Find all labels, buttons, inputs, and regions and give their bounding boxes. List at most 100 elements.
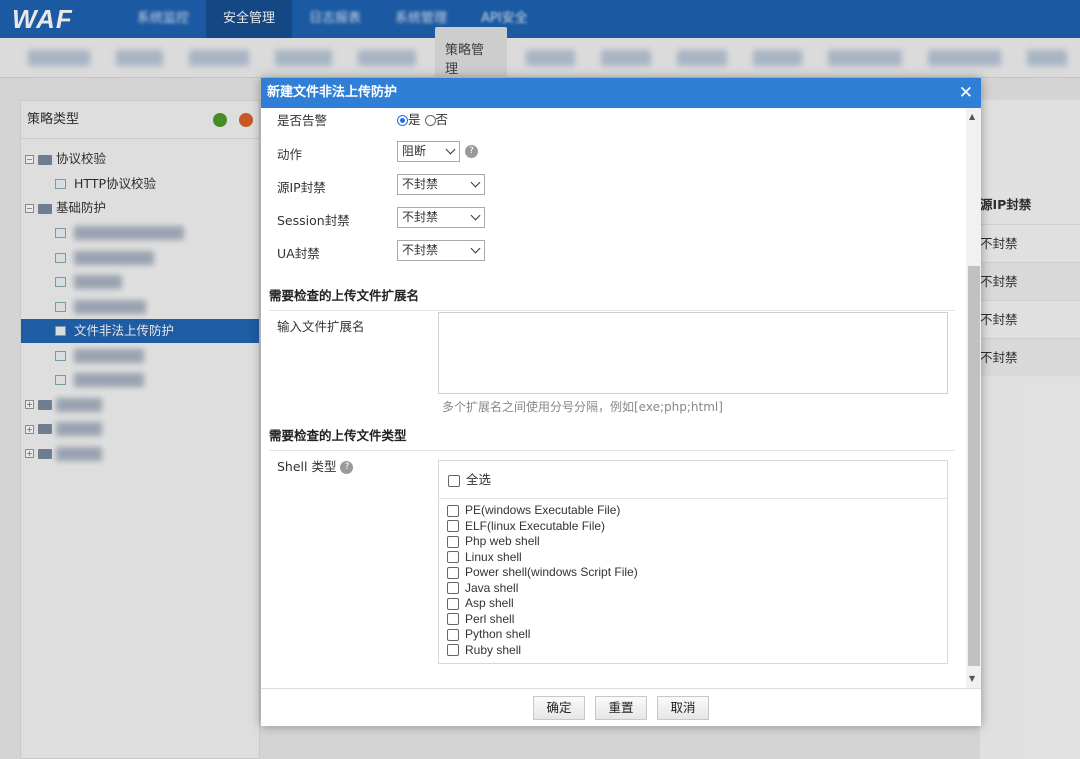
tree-node-collapsed[interactable]: + (21, 417, 259, 442)
new-file-upload-protection-dialog: 新建文件非法上传防护 ✕ 是否告警 是 否 动作 阻断 ? 源IP封禁 不封禁 … (261, 78, 981, 726)
subnav-item[interactable] (274, 49, 333, 66)
alarm-no-radio[interactable] (424, 115, 436, 126)
dialog-title: 新建文件非法上传防护 (267, 85, 398, 100)
expand-icon[interactable]: + (25, 424, 34, 434)
shell-type-checkbox[interactable] (447, 628, 459, 641)
ua-ban-select[interactable]: 不封禁 (397, 240, 485, 261)
subnav-item[interactable] (189, 49, 249, 66)
column-header-src-ip-ban: 源IP封禁 (980, 197, 1032, 212)
tree-node-http-protocol-check[interactable]: HTTP协议校验 (21, 172, 259, 197)
shell-type-checkbox[interactable] (447, 535, 459, 548)
add-icon[interactable] (213, 113, 227, 127)
folder-icon (38, 203, 52, 214)
dialog-body: 是否告警 是 否 动作 阻断 ? 源IP封禁 不封禁 Session封禁 不封禁… (261, 108, 966, 688)
shell-type-checkbox[interactable] (447, 597, 459, 610)
tree-node-blurred[interactable] (21, 270, 259, 295)
delete-icon[interactable] (239, 113, 253, 127)
help-icon[interactable]: ? (340, 461, 354, 474)
subnav-item[interactable] (1027, 49, 1067, 66)
shell-type-checkbox[interactable] (447, 613, 459, 626)
scrollbar-thumb[interactable] (968, 266, 980, 666)
select-all-checkbox[interactable] (448, 474, 460, 487)
shell-type-label: Shell 类型 ? (277, 456, 354, 475)
redacted-label (74, 299, 146, 314)
chevron-down-icon (445, 144, 456, 155)
subnav-item[interactable] (752, 49, 803, 66)
shell-type-item: Power shell(windows Script File) (439, 565, 947, 581)
policy-type-panel: 策略类型 − 协议校验 HTTP协议校验 − 基础防护 文件非法上传防护 + +… (20, 100, 260, 759)
src-ip-ban-label: 源IP封禁 (277, 180, 326, 195)
redacted-label (56, 446, 102, 461)
alarm-yes-radio[interactable] (397, 115, 408, 126)
shell-type-checkbox[interactable] (447, 520, 459, 533)
session-ban-select[interactable]: 不封禁 (397, 207, 485, 228)
shell-type-checkbox[interactable] (447, 582, 459, 595)
shell-type-checkbox[interactable] (447, 551, 459, 564)
alarm-label: 是否告警 (277, 113, 328, 128)
collapse-icon[interactable]: − (25, 155, 34, 164)
redacted-label (74, 373, 144, 387)
subnav-item[interactable] (927, 49, 1002, 66)
reset-button[interactable]: 重置 (595, 696, 647, 720)
shell-type-checkbox[interactable] (447, 644, 459, 657)
cancel-button[interactable]: 取消 (657, 696, 709, 720)
shell-type-item: Perl shell (439, 612, 947, 628)
dialog-scrollbar[interactable]: ▲ ▼ (966, 108, 981, 688)
shell-type-list: PE(windows Executable File) ELF(linux Ex… (439, 499, 947, 658)
subnav-item[interactable] (676, 49, 727, 66)
ok-button[interactable]: 确定 (533, 696, 585, 720)
redacted-label (56, 422, 102, 436)
panel-title: 策略类型 (27, 112, 80, 127)
src-ip-ban-select[interactable]: 不封禁 (397, 174, 485, 195)
nav-system-monitor[interactable]: 系统监控 (120, 0, 206, 38)
shell-type-checkbox[interactable] (447, 504, 459, 517)
folder-icon (38, 154, 52, 165)
tree-node-blurred[interactable] (21, 343, 259, 368)
tree-node-file-upload-protection[interactable]: 文件非法上传防护 (21, 318, 259, 343)
shell-type-item: Asp shell (439, 596, 947, 612)
policy-tree: − 协议校验 HTTP协议校验 − 基础防护 文件非法上传防护 + + + (21, 139, 259, 466)
tree-node-blurred[interactable] (21, 245, 259, 270)
ext-input-textarea[interactable] (438, 312, 948, 394)
document-icon (55, 277, 66, 287)
expand-icon[interactable]: + (25, 449, 34, 458)
sub-nav-bar: 策略管理 (0, 26, 1080, 89)
close-icon[interactable]: ✕ (959, 78, 973, 108)
subnav-item[interactable] (115, 49, 164, 66)
subnav-item[interactable] (601, 49, 651, 66)
tree-node-basic-protection[interactable]: − 基础防护 (21, 196, 259, 221)
chevron-down-icon (470, 243, 481, 254)
tree-node-collapsed[interactable]: + (21, 392, 259, 417)
nav-security-management[interactable]: 安全管理 (206, 0, 293, 38)
redacted-label (56, 397, 102, 412)
document-icon (55, 326, 66, 336)
folder-icon (38, 399, 52, 410)
nav-log-report[interactable]: 日志报表 (292, 0, 378, 38)
top-nav-bar: WAF 系统监控 安全管理 日志报表 系统管理 API安全 (0, 0, 1080, 38)
table-cell: 不封禁 (980, 300, 1080, 338)
subnav-item[interactable] (525, 49, 576, 66)
collapse-icon[interactable]: − (25, 204, 34, 213)
tree-node-protocol-check[interactable]: − 协议校验 (21, 147, 259, 172)
shell-type-checkbox[interactable] (447, 566, 459, 579)
redacted-label (74, 275, 122, 289)
scroll-up-icon[interactable]: ▲ (969, 112, 975, 121)
tree-node-blurred[interactable] (21, 221, 259, 246)
expand-icon[interactable]: + (25, 400, 34, 409)
subnav-item[interactable] (828, 49, 902, 66)
scroll-down-icon[interactable]: ▼ (969, 674, 975, 683)
shell-type-item: Java shell (439, 581, 947, 597)
select-all-row: 全选 (439, 461, 947, 499)
waf-logo: WAF (12, 4, 73, 34)
tree-node-blurred[interactable] (21, 294, 259, 319)
type-section-title: 需要检查的上传文件类型 (269, 425, 955, 451)
tree-node-collapsed[interactable]: + (21, 441, 259, 466)
table-cell: 不封禁 (980, 262, 1080, 300)
action-select[interactable]: 阻断 (397, 141, 460, 162)
subnav-item[interactable] (358, 49, 417, 66)
help-icon[interactable]: ? (465, 145, 478, 158)
document-icon (55, 350, 66, 361)
ext-input-label: 输入文件扩展名 (277, 319, 365, 334)
subnav-item[interactable] (28, 49, 90, 66)
tree-node-blurred[interactable] (21, 368, 259, 393)
